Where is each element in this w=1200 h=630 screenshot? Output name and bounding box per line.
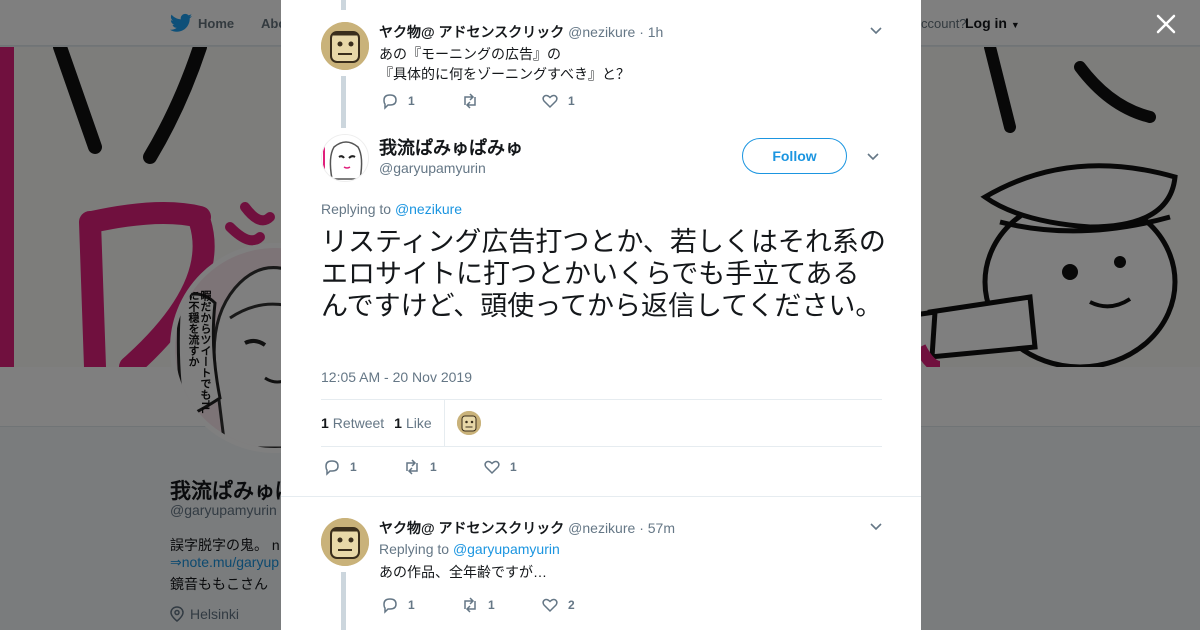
like-stat-label: Like <box>405 415 432 431</box>
main-tweet-stats: 1 Retweet 1 Like <box>321 399 882 447</box>
like-button[interactable]: 1 <box>483 458 563 476</box>
reply-button[interactable]: 1 <box>381 92 461 110</box>
face-avatar-illustration <box>321 518 369 566</box>
reply-divider <box>281 496 921 497</box>
heart-icon <box>484 460 500 475</box>
close-icon <box>1156 14 1176 34</box>
retweet-button[interactable]: 1 <box>403 458 483 476</box>
reply-tweet-actions: 1 1 2 <box>381 596 621 614</box>
reply-tweet-replying-to: Replying to @garyupamyurin <box>379 541 883 557</box>
retweet-button[interactable] <box>461 92 541 110</box>
reply-tweet-text: あの作品、全年齢ですが… <box>379 564 547 580</box>
like-stat-count: 1 <box>394 415 402 431</box>
retweet-stat-label: Retweet <box>332 415 385 431</box>
reply-tweet-time[interactable]: 57m <box>648 520 675 536</box>
thread-connector-line <box>341 0 346 10</box>
reply-tweet-dot: · <box>639 520 644 536</box>
chevron-down-icon[interactable] <box>866 150 880 164</box>
reply-icon <box>383 598 397 614</box>
retweet-stat-count: 1 <box>321 415 329 431</box>
liker-avatar[interactable] <box>456 411 481 435</box>
like-button[interactable]: 1 <box>541 92 621 110</box>
like-count: 2 <box>568 598 575 612</box>
replying-to-prefix: Replying to <box>321 201 392 217</box>
parent-tweet-text-line2: 『具体的に何をゾーニングすべき』と？ <box>379 66 631 82</box>
retweet-button[interactable]: 1 <box>461 596 541 614</box>
parent-tweet-name[interactable]: ヤク物@ アドセンスクリック <box>379 24 564 40</box>
retweet-icon <box>464 597 476 613</box>
tweet-permalink-modal: ヤク物@ アドセンスクリック @nezikure · 1h あの『モーニングの広… <box>281 0 921 630</box>
heart-icon <box>542 94 558 109</box>
replying-to-link[interactable]: @nezikure <box>395 201 462 217</box>
parent-tweet-text: あの『モーニングの広告』の 『具体的に何をゾーニングすべき』と？ <box>379 44 883 84</box>
parent-tweet-text-line1: あの『モーニングの広告』の <box>379 46 561 62</box>
reply-tweet-name[interactable]: ヤク物@ アドセンスクリック <box>379 520 564 536</box>
like-count: 1 <box>568 94 575 108</box>
main-tweet-replying-to: Replying to @nezikure <box>321 201 462 217</box>
main-tweet-avatar[interactable] <box>321 134 369 182</box>
parent-tweet-dot: · <box>639 24 644 40</box>
heart-icon <box>542 598 558 613</box>
retweet-stat[interactable]: 1 Retweet <box>321 415 384 431</box>
main-tweet-timestamp[interactable]: 12:05 AM - 20 Nov 2019 <box>321 369 472 385</box>
retweet-icon <box>464 93 476 109</box>
stats-divider <box>443 400 445 446</box>
retweet-count: 1 <box>488 598 495 612</box>
parent-tweet-handle[interactable]: @nezikure <box>568 24 635 40</box>
close-modal-button[interactable] <box>1150 8 1182 40</box>
reply-count: 1 <box>408 94 415 108</box>
follow-button[interactable]: Follow <box>742 138 847 174</box>
main-tweet-actions: 1 1 1 <box>323 458 563 476</box>
reply-count: 1 <box>408 598 415 612</box>
reply-tweet-avatar[interactable] <box>321 518 369 566</box>
like-button[interactable]: 2 <box>541 596 621 614</box>
reply-icon <box>383 94 397 110</box>
face-avatar-illustration <box>321 22 369 70</box>
parent-tweet-avatar[interactable] <box>321 22 369 70</box>
parent-tweet-time[interactable]: 1h <box>648 24 664 40</box>
replying-to-prefix: Replying to <box>379 541 450 557</box>
main-tweet-name[interactable]: 我流ぱみゅぱみゅ <box>379 134 523 160</box>
replying-to-link[interactable]: @garyupamyurin <box>453 541 560 557</box>
main-tweet-text: リスティング広告打つとか、若しくはそれ系のエロサイトに打つとかいくらでも手立てあ… <box>321 227 886 321</box>
reply-button[interactable]: 1 <box>323 458 403 476</box>
parent-tweet-header: ヤク物@ アドセンスクリック @nezikure · 1h <box>379 22 883 42</box>
reply-tweet-handle[interactable]: @nezikure <box>568 520 635 536</box>
reply-count: 1 <box>350 460 357 474</box>
retweet-icon <box>406 459 418 475</box>
chevron-down-icon[interactable] <box>869 24 883 38</box>
main-tweet-handle[interactable]: @garyupamyurin <box>379 160 486 176</box>
reply-button[interactable]: 1 <box>381 596 461 614</box>
reply-tweet[interactable]: ヤク物@ アドセンスクリック @nezikure · 57m Replying … <box>321 518 883 608</box>
reply-icon <box>325 460 339 476</box>
like-count: 1 <box>510 460 517 474</box>
like-stat[interactable]: 1 Like <box>394 415 431 431</box>
reply-tweet-header: ヤク物@ アドセンスクリック @nezikure · 57m <box>379 518 883 538</box>
parent-tweet-actions: 1 1 <box>381 92 621 110</box>
anime-avatar-illustration <box>322 135 368 181</box>
chevron-down-icon[interactable] <box>869 520 883 534</box>
face-avatar-illustration <box>456 411 481 435</box>
retweet-count: 1 <box>430 460 437 474</box>
